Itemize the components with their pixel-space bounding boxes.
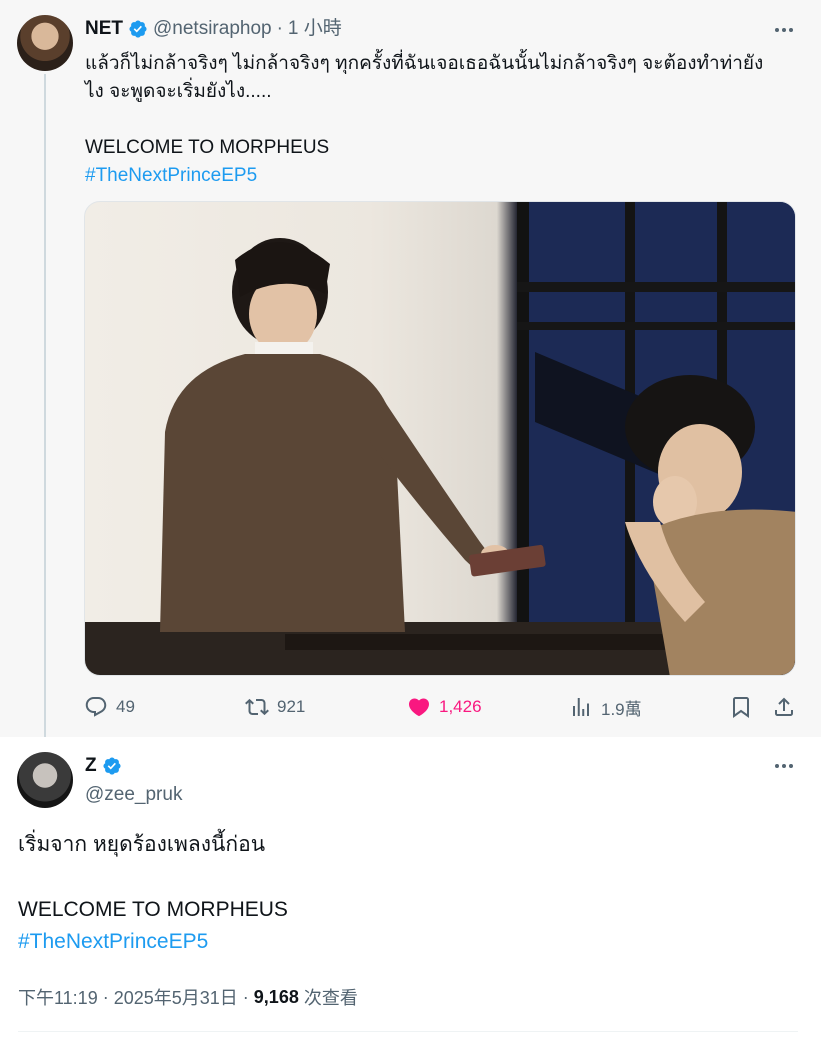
views-button[interactable]: 1.9萬 (569, 693, 642, 721)
separator-dot: · (242, 986, 249, 1007)
tweet-text-line: WELCOME TO MORPHEUS (18, 898, 288, 921)
retweet-icon (245, 698, 269, 716)
tweet-time[interactable]: 下午11:19 (18, 984, 98, 1010)
divider (18, 1031, 798, 1032)
heart-filled-icon (408, 698, 430, 717)
tweet-text-line: WELCOME TO MORPHEUS (85, 137, 330, 158)
tweet-text-line: เริ่มจาก หยุดร้องเพลงนี้ก่อน (18, 833, 266, 856)
verified-badge-icon (103, 757, 121, 775)
reply-icon (85, 697, 107, 717)
more-horizontal-icon (775, 764, 779, 768)
retweet-button[interactable]: 921 (245, 693, 305, 721)
verified-badge-icon (129, 20, 147, 38)
separator-dot: · (276, 18, 283, 39)
share-icon (775, 697, 793, 716)
tweet-action-bar: 49 921 1,426 1.9萬 (84, 693, 799, 721)
bookmark-button[interactable] (729, 693, 753, 721)
parent-tweet[interactable]: NET @netsiraphop · 1 小時 แล้วก็ไม่กล้าจริ… (0, 0, 821, 737)
user-handle[interactable]: @netsiraphop (153, 17, 272, 41)
more-options-button[interactable] (769, 18, 799, 42)
tweet-metadata: 下午11:19 · 2025年5月31日 · 9,168 次查看 (18, 984, 358, 1010)
thread-connector-line (44, 74, 46, 737)
reply-count: 49 (116, 697, 135, 716)
like-count: 1,426 (439, 697, 482, 716)
display-name[interactable]: NET (85, 17, 123, 41)
tweet-text-line: ไง จะพูดจะเริ่มยังไง..... (85, 81, 272, 102)
views-label: 次查看 (303, 988, 358, 1008)
reply-button[interactable]: 49 (84, 693, 135, 721)
avatar-z[interactable] (17, 752, 73, 808)
like-button[interactable]: 1,426 (407, 693, 482, 721)
tweet-timestamp[interactable]: 1 小時 (288, 17, 342, 41)
views-bar-icon (573, 698, 589, 716)
separator-dot: · (102, 986, 109, 1007)
views-count: 1.9萬 (601, 699, 642, 719)
views-count: 9,168 (253, 986, 299, 1007)
reply-tweet-header: Z (85, 754, 122, 778)
photo-illustration (85, 202, 795, 675)
parent-tweet-header: NET @netsiraphop · 1 小時 (85, 17, 342, 41)
reply-tweet-body: เริ่มจาก หยุดร้องเพลงนี้ก่อน WELCOME TO … (18, 829, 798, 958)
tweet-date[interactable]: 2025年5月31日 (114, 984, 238, 1010)
tweet-text-line: แล้วก็ไม่กล้าจริงๆ ไม่กล้าจริงๆ ทุกครั้ง… (85, 53, 764, 74)
tweet-body: แล้วก็ไม่กล้าจริงๆ ไม่กล้าจริงๆ ทุกครั้ง… (85, 50, 800, 190)
hashtag-link[interactable]: #TheNextPrinceEP5 (85, 162, 800, 190)
user-handle[interactable]: @zee_pruk (85, 784, 182, 806)
tweet-blank-line (85, 106, 800, 134)
more-options-button[interactable] (769, 754, 799, 778)
avatar-net[interactable] (17, 15, 73, 71)
tweet-photo[interactable] (84, 201, 796, 676)
hashtag-link[interactable]: #TheNextPrinceEP5 (18, 926, 798, 958)
retweet-count: 921 (277, 697, 306, 716)
bookmark-icon (733, 697, 749, 718)
display-name[interactable]: Z (85, 754, 97, 778)
more-horizontal-icon (775, 28, 779, 32)
share-button[interactable] (772, 693, 796, 721)
